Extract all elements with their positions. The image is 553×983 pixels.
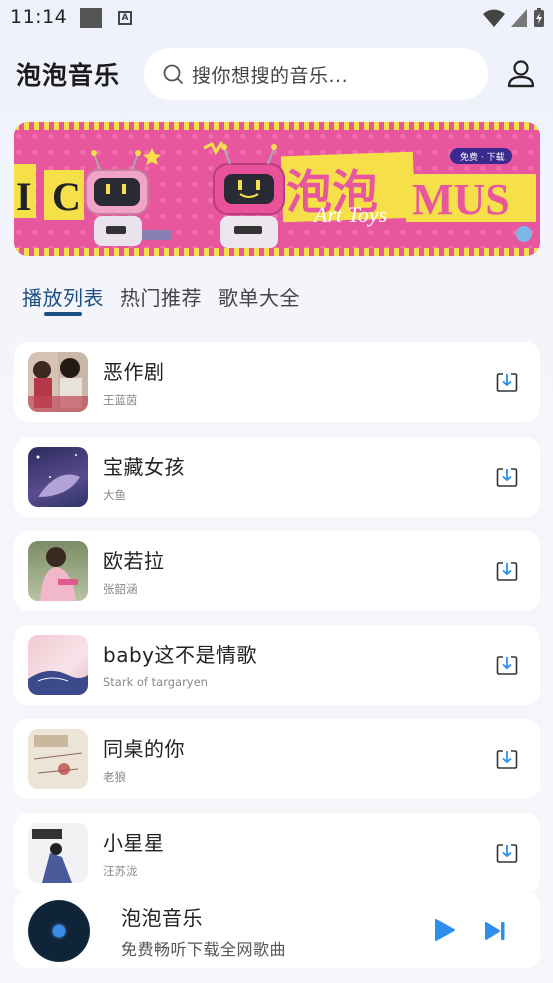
- wifi-icon: [483, 9, 505, 27]
- song-item[interactable]: 宝藏女孩 大鱼: [14, 437, 540, 517]
- song-artist: 汪苏泷: [103, 864, 138, 878]
- download-icon[interactable]: [496, 371, 518, 393]
- svg-text:I: I: [16, 174, 32, 219]
- category-tabs: 播放列表 热门推荐 歌单大全: [22, 282, 300, 311]
- song-cover: [28, 541, 88, 601]
- status-bar: 11:14 A: [0, 0, 553, 36]
- song-item[interactable]: 小星星 汪苏泷: [14, 813, 540, 893]
- song-cover: [28, 635, 88, 695]
- signal-icon: [511, 9, 527, 27]
- search-placeholder: 搜你想搜的音乐...: [192, 64, 349, 87]
- song-cover: [28, 447, 88, 507]
- player-title: 泡泡音乐: [121, 906, 203, 930]
- download-icon[interactable]: [496, 842, 518, 864]
- app-notification-icon: A: [118, 11, 132, 25]
- tab-hot-recommend[interactable]: 热门推荐: [120, 282, 202, 311]
- song-cover: [28, 823, 88, 883]
- search-input[interactable]: 搜你想搜的音乐...: [144, 48, 488, 100]
- song-title: baby这不是情歌: [103, 643, 257, 667]
- download-icon[interactable]: [496, 654, 518, 676]
- song-item[interactable]: 欧若拉 张韶涵: [14, 531, 540, 611]
- song-item[interactable]: baby这不是情歌 Stark of targaryen: [14, 625, 540, 705]
- notification-icon: [80, 8, 102, 28]
- song-artist: 张韶涵: [103, 582, 138, 596]
- banner-badge: 免费 · 下载: [460, 151, 505, 163]
- next-track-icon[interactable]: [484, 920, 506, 942]
- tab-playlist[interactable]: 播放列表: [22, 282, 104, 311]
- song-title: 小星星: [103, 831, 165, 855]
- tab-playlists-all[interactable]: 歌单大全: [218, 282, 300, 311]
- song-item[interactable]: 恶作剧 王蓝茵: [14, 342, 540, 422]
- song-cover: [28, 729, 88, 789]
- status-icons: [483, 8, 545, 28]
- song-artist: 王蓝茵: [103, 393, 138, 407]
- promo-banner[interactable]: C I 泡泡 MUS Art Toys 免费 · 下载: [14, 122, 540, 256]
- svg-text:Art Toys: Art Toys: [312, 202, 387, 227]
- app-title: 泡泡音乐: [16, 61, 121, 90]
- status-time: 11:14: [10, 6, 68, 28]
- song-artist: 老狼: [103, 770, 126, 784]
- user-profile-icon[interactable]: [506, 58, 536, 90]
- play-icon[interactable]: [432, 918, 456, 942]
- song-title: 欧若拉: [103, 549, 165, 573]
- mini-player[interactable]: 泡泡音乐 免费畅听下载全网歌曲: [14, 892, 540, 968]
- active-tab-indicator: [44, 312, 82, 316]
- banner-artwork: C I 泡泡 MUS Art Toys 免费 · 下载: [14, 141, 536, 248]
- song-title: 宝藏女孩: [103, 455, 185, 479]
- album-disc-icon[interactable]: [28, 900, 90, 962]
- search-icon: [163, 64, 183, 84]
- song-title: 同桌的你: [103, 737, 185, 761]
- battery-icon: [534, 8, 544, 27]
- song-item[interactable]: 同桌的你 老狼: [14, 719, 540, 799]
- svg-text:C: C: [52, 174, 81, 219]
- svg-text:MUS: MUS: [412, 175, 510, 224]
- song-artist: Stark of targaryen: [103, 675, 208, 689]
- song-artist: 大鱼: [103, 488, 126, 502]
- download-icon[interactable]: [496, 466, 518, 488]
- download-icon[interactable]: [496, 748, 518, 770]
- player-subtitle: 免费畅听下载全网歌曲: [121, 940, 287, 959]
- song-title: 恶作剧: [103, 360, 165, 384]
- song-cover: [28, 352, 88, 412]
- download-icon[interactable]: [496, 560, 518, 582]
